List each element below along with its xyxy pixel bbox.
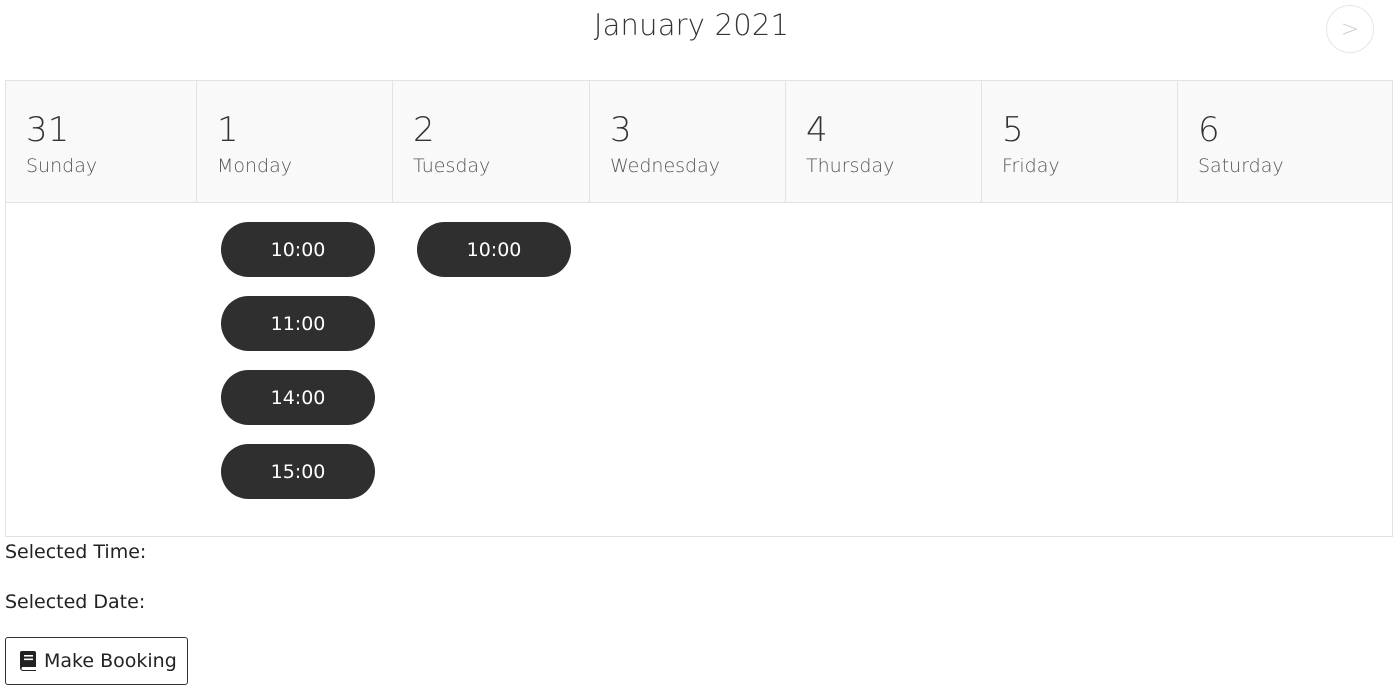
month-title: January 2021	[593, 8, 790, 42]
time-slot-button[interactable]: 15:00	[221, 444, 375, 499]
make-booking-label: Make Booking	[44, 650, 177, 672]
slots-thursday	[786, 203, 982, 536]
slots-sunday	[6, 203, 197, 536]
day-name: Tuesday	[413, 155, 491, 177]
day-name: Wednesday	[610, 155, 721, 177]
day-header-thursday[interactable]: 4 Thursday	[786, 81, 982, 202]
next-month-button[interactable]: >	[1326, 5, 1374, 53]
calendar-header: January 2021 >	[0, 0, 1399, 80]
day-number: 6	[1198, 110, 1220, 150]
slots-wednesday	[590, 203, 786, 536]
day-name: Friday	[1002, 155, 1060, 177]
day-header-monday[interactable]: 1 Monday	[197, 81, 393, 202]
day-header-friday[interactable]: 5 Friday	[982, 81, 1178, 202]
selected-time-label: Selected Time:	[5, 541, 147, 563]
day-number: 2	[413, 110, 435, 150]
time-slot-button[interactable]: 10:00	[417, 222, 571, 277]
time-slot-button[interactable]: 11:00	[221, 296, 375, 351]
day-header-sunday[interactable]: 31 Sunday	[6, 81, 197, 202]
day-number: 1	[217, 110, 239, 150]
day-number: 31	[26, 110, 70, 150]
time-slot-button[interactable]: 14:00	[221, 370, 375, 425]
day-number: 3	[610, 110, 632, 150]
week-calendar: 31 Sunday 1 Monday 2 Tuesday 3 Wednesday…	[5, 80, 1393, 537]
day-number: 5	[1002, 110, 1024, 150]
days-header: 31 Sunday 1 Monday 2 Tuesday 3 Wednesday…	[6, 81, 1392, 203]
day-number: 4	[806, 110, 828, 150]
day-name: Saturday	[1198, 155, 1284, 177]
time-slots-row: 10:00 11:00 14:00 15:00 10:00	[6, 203, 1392, 536]
slots-friday	[982, 203, 1178, 536]
day-header-wednesday[interactable]: 3 Wednesday	[590, 81, 786, 202]
slots-tuesday: 10:00	[393, 203, 590, 536]
slots-saturday	[1178, 203, 1392, 536]
day-header-tuesday[interactable]: 2 Tuesday	[393, 81, 590, 202]
day-name: Sunday	[26, 155, 98, 177]
make-booking-button[interactable]: Make Booking	[5, 637, 188, 685]
book-icon	[20, 651, 36, 671]
day-name: Thursday	[806, 155, 895, 177]
time-slot-button[interactable]: 10:00	[221, 222, 375, 277]
slots-monday: 10:00 11:00 14:00 15:00	[197, 203, 393, 536]
selected-date-label: Selected Date:	[5, 591, 146, 613]
day-header-saturday[interactable]: 6 Saturday	[1178, 81, 1392, 202]
day-name: Monday	[217, 155, 293, 177]
